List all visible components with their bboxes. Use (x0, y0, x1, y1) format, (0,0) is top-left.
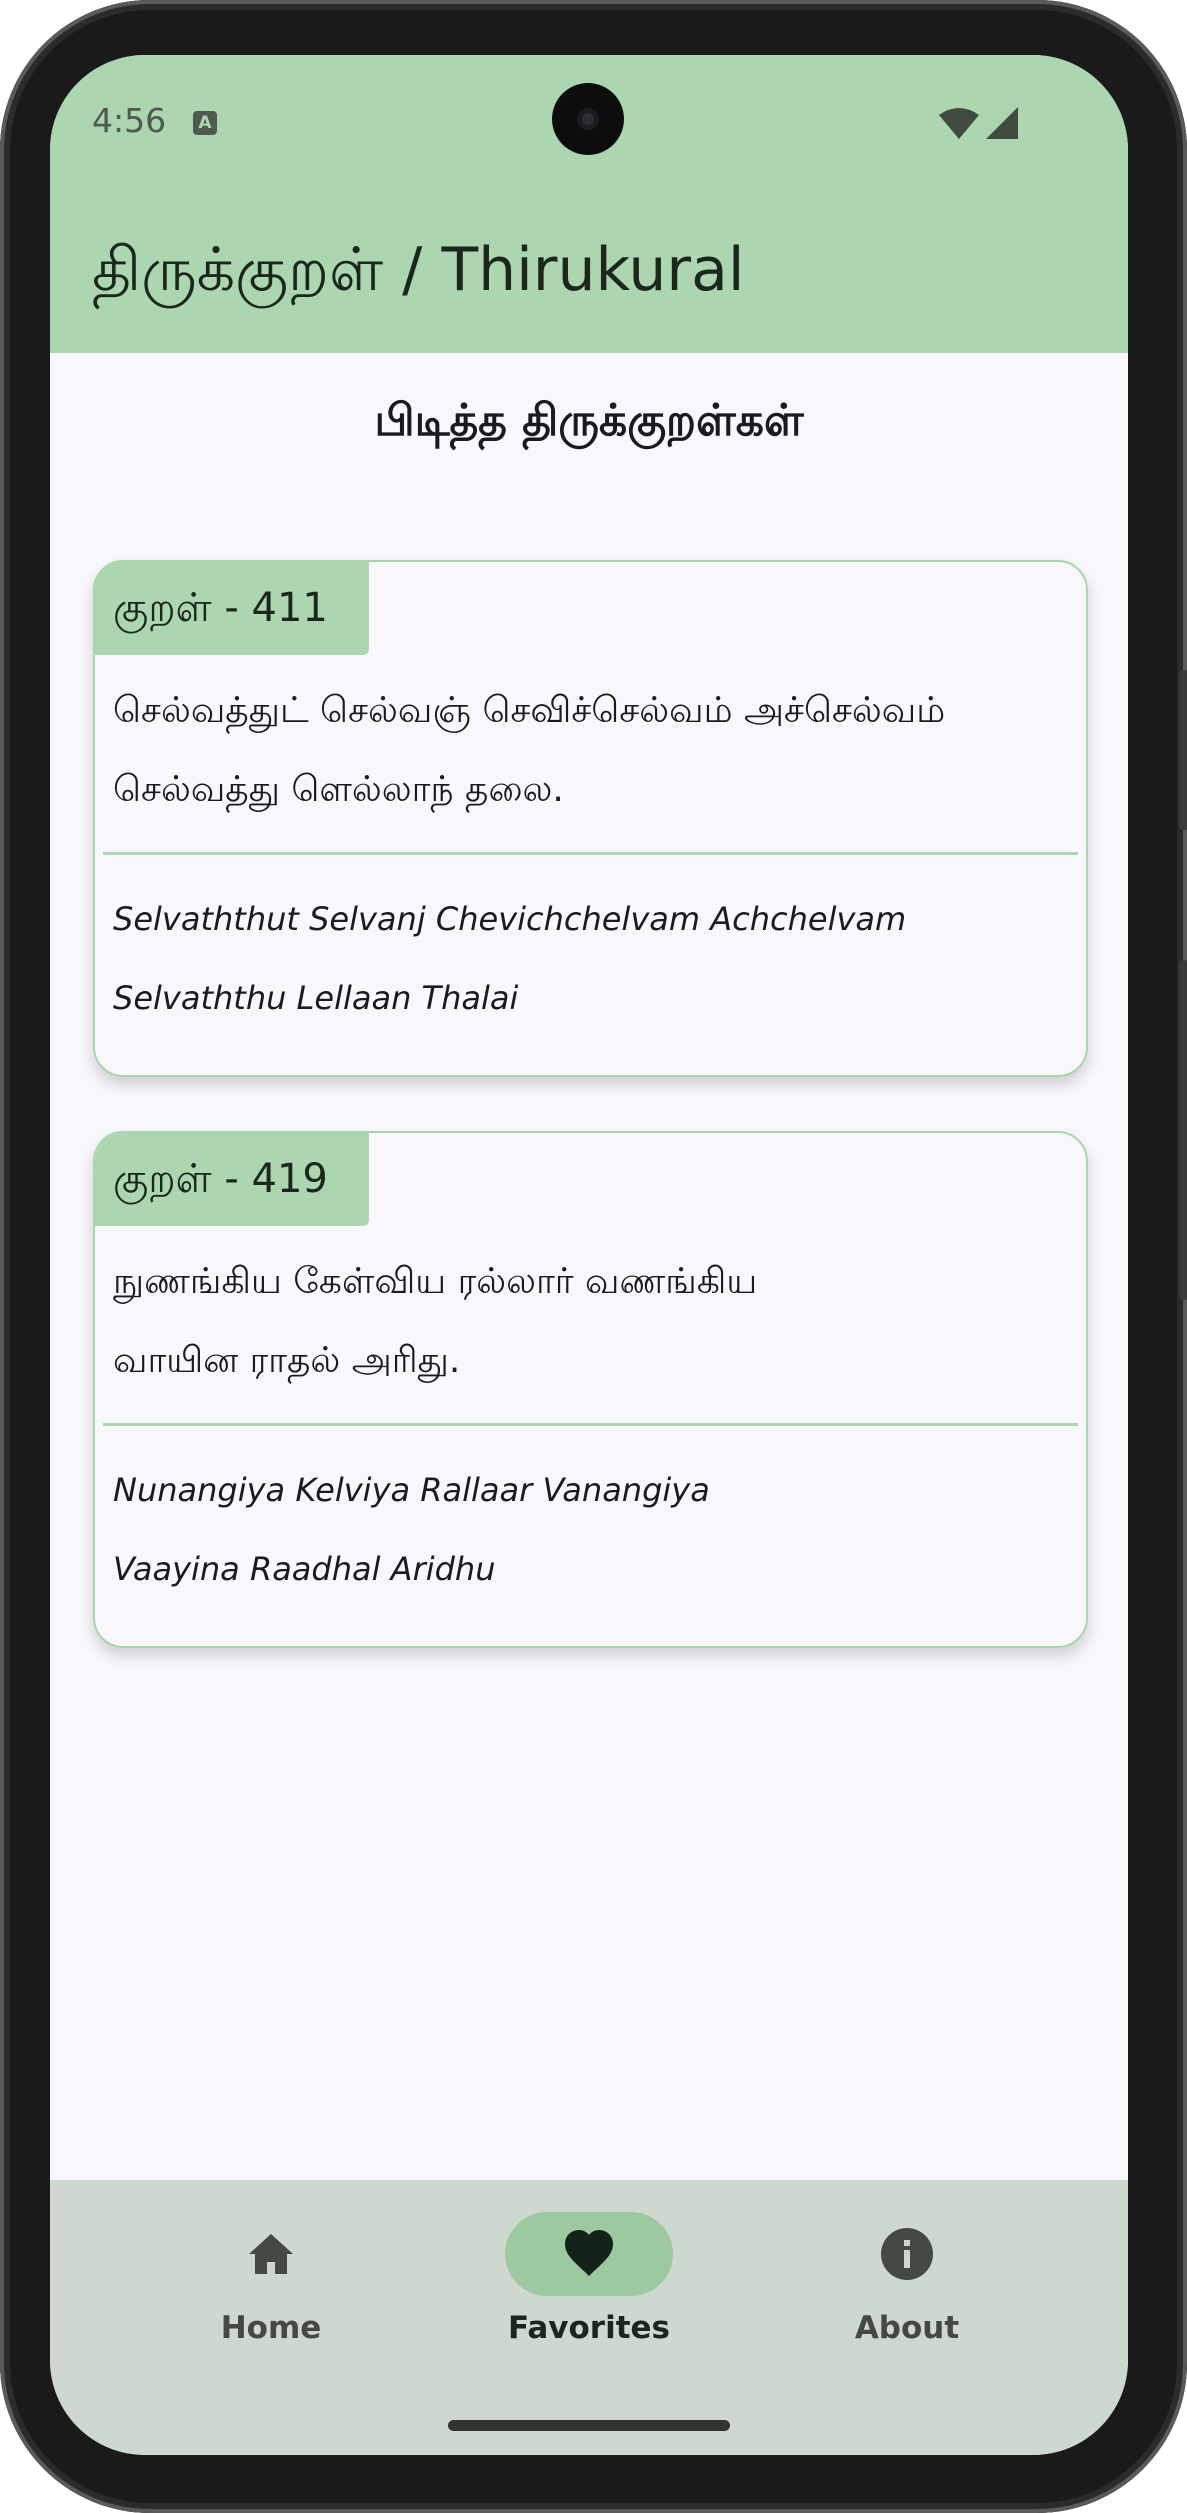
phone-frame: 4:56 A திருக்குறள் / Thirukural பிடித்த … (0, 0, 1187, 2513)
signal-icon (986, 107, 1018, 139)
nav-item-home[interactable]: Home (121, 2180, 421, 2380)
page-heading: பிடித்த திருக்குறள்கள் (374, 395, 804, 446)
front-camera (552, 83, 624, 155)
screen: 4:56 A திருக்குறள் / Thirukural பிடித்த … (50, 55, 1128, 2455)
kural-transliteration-line-1: Nunangiya Kelviya Rallaar Vanangiya (113, 1471, 710, 1509)
heart-icon (565, 2230, 613, 2276)
kural-tamil-line-2: வாயின ராதல் அரிது. (113, 1340, 461, 1381)
card-divider (103, 852, 1078, 855)
nav-label-favorites: Favorites (508, 2310, 670, 2346)
kural-tamil-line-1: செல்வத்துட் செல்வஞ் செவிச்செல்வம் அச்செல… (113, 690, 946, 731)
kural-tamil-line-2: செல்வத்து ளெல்லாந் தலை. (113, 769, 564, 810)
nav-item-favorites[interactable]: Favorites (439, 2180, 739, 2380)
nav-label-about: About (854, 2310, 960, 2346)
card-divider (103, 1423, 1078, 1426)
wifi-icon (939, 108, 979, 139)
nav-item-about[interactable]: About (757, 2180, 1057, 2380)
volume-button (1179, 960, 1187, 1300)
nav-label-home: Home (220, 2310, 322, 2346)
home-icon (249, 2234, 293, 2274)
info-icon (881, 2228, 933, 2280)
kural-tamil-line-1: நுணங்கிய கேள்விய ரல்லார் வணங்கிய (113, 1261, 758, 1302)
app-title: திருக்குறள் / Thirukural (92, 235, 745, 305)
kural-number-badge: குறள் - 411 (95, 562, 369, 655)
power-button (1179, 670, 1187, 830)
kural-transliteration-line-2: Selvaththu Lellaan Thalai (113, 979, 519, 1017)
app-bar: 4:56 A திருக்குறள் / Thirukural (50, 55, 1128, 353)
kural-transliteration-line-1: Selvaththut Selvanj Chevichchelvam Achch… (113, 900, 907, 938)
bottom-navigation: Home Favorites About (50, 2180, 1128, 2455)
notification-a-icon: A (193, 111, 217, 135)
kural-number-badge: குறள் - 419 (95, 1133, 369, 1226)
kural-transliteration-line-2: Vaayina Raadhal Aridhu (113, 1550, 496, 1588)
kural-card[interactable]: குறள் - 411 செல்வத்துட் செல்வஞ் செவிச்செ… (93, 560, 1088, 1077)
gesture-home-bar[interactable] (448, 2420, 730, 2431)
kural-card[interactable]: குறள் - 419 நுணங்கிய கேள்விய ரல்லார் வணங… (93, 1131, 1088, 1648)
status-time: 4:56 (92, 101, 167, 140)
